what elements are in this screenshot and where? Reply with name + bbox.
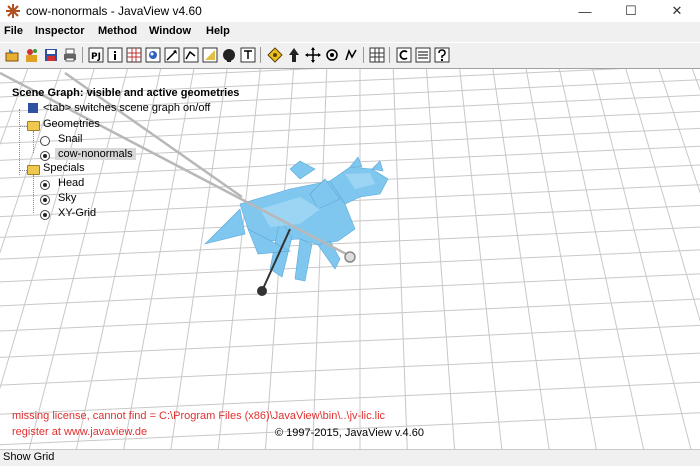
maximize-icon: ☐ [625, 3, 637, 18]
svg-text:PJ: PJ [91, 52, 101, 62]
menu-inspector[interactable]: Inspector [35, 25, 85, 37]
vector-icon[interactable] [163, 46, 180, 63]
window-title: cow-nonormals - JavaView v4.60 [26, 4, 202, 18]
menu-bar: File Inspector Method Window Help [0, 22, 700, 42]
tab-hint-icon [28, 103, 38, 113]
select-icon[interactable] [342, 46, 359, 63]
toolbar-separator [260, 47, 261, 63]
object-panel-icon[interactable] [414, 46, 431, 63]
copyright-text: © 1997-2015, JavaView v.4.60 [275, 427, 424, 439]
view-indicator [0, 71, 356, 296]
camera-panel-icon[interactable] [395, 46, 412, 63]
sky-radio[interactable] [40, 195, 50, 205]
grid-icon[interactable] [125, 46, 142, 63]
move-icon[interactable] [285, 46, 302, 63]
pj-icon[interactable]: PJ [87, 46, 104, 63]
close-icon: ✕ [671, 3, 683, 18]
group-geometries[interactable]: Geometries [43, 118, 100, 130]
menu-file[interactable]: File [4, 25, 23, 37]
scene-graph-title: Scene Graph: visible and active geometri… [12, 87, 240, 99]
menu-method[interactable]: Method [98, 25, 137, 37]
open-icon[interactable] [4, 46, 21, 63]
save-icon[interactable] [42, 46, 59, 63]
color-icon[interactable] [23, 46, 40, 63]
tile-icon[interactable] [368, 46, 385, 63]
camera-icon[interactable] [220, 46, 237, 63]
paint-icon[interactable] [182, 46, 199, 63]
title-bar: cow-nonormals - JavaView v4.60 — ☐ ✕ [0, 0, 700, 22]
toolbar-separator [82, 47, 83, 63]
axis-handle[interactable] [344, 251, 356, 263]
folder-icon [27, 165, 40, 175]
item-head[interactable]: Head [58, 177, 84, 189]
menu-window[interactable]: Window [149, 25, 191, 37]
status-text: Show Grid [3, 451, 55, 463]
light-icon[interactable] [144, 46, 161, 63]
display-canvas[interactable]: Scene Graph: visible and active geometri… [0, 69, 700, 449]
tree-connector [33, 175, 34, 213]
toolbar-separator [363, 47, 364, 63]
license-warning: missing license, cannot find = C:\Progra… [12, 410, 386, 422]
minimize-button[interactable]: — [562, 0, 608, 22]
translate-icon[interactable] [266, 46, 283, 63]
maximize-button[interactable]: ☐ [608, 0, 654, 22]
pan-icon[interactable] [304, 46, 321, 63]
tree-connector [19, 170, 27, 171]
tree-connector [33, 131, 34, 153]
head-radio[interactable] [40, 180, 50, 190]
cow-nonormals-radio[interactable] [40, 151, 50, 161]
register-link[interactable]: register at www.javaview.de [12, 426, 147, 438]
item-xy-grid[interactable]: XY-Grid [58, 207, 96, 219]
menu-help[interactable]: Help [206, 25, 230, 37]
status-bar: Show Grid [0, 449, 700, 466]
toolbar-separator [389, 47, 390, 63]
text-icon[interactable] [239, 46, 256, 63]
info-icon[interactable] [106, 46, 123, 63]
material-icon[interactable] [201, 46, 218, 63]
print-icon[interactable] [61, 46, 78, 63]
toolbar: PJ [0, 43, 700, 69]
item-snail[interactable]: Snail [58, 133, 82, 145]
minimize-icon: — [578, 3, 592, 19]
item-cow-nonormals[interactable]: cow-nonormals [55, 148, 136, 160]
origin-handle[interactable] [257, 286, 267, 296]
snail-radio[interactable] [40, 136, 50, 146]
javaview-app-icon [6, 4, 20, 18]
scene-graph-hint: <tab> switches scene graph on/off [43, 102, 211, 114]
close-button[interactable]: ✕ [654, 0, 700, 22]
xy-grid-radio[interactable] [40, 210, 50, 220]
item-sky[interactable]: Sky [58, 192, 76, 204]
rotate-icon[interactable] [323, 46, 340, 63]
help-icon[interactable] [433, 46, 450, 63]
tree-connector [19, 109, 20, 175]
group-specials[interactable]: Specials [43, 162, 85, 174]
tree-connector [19, 126, 27, 127]
folder-icon [27, 121, 40, 131]
